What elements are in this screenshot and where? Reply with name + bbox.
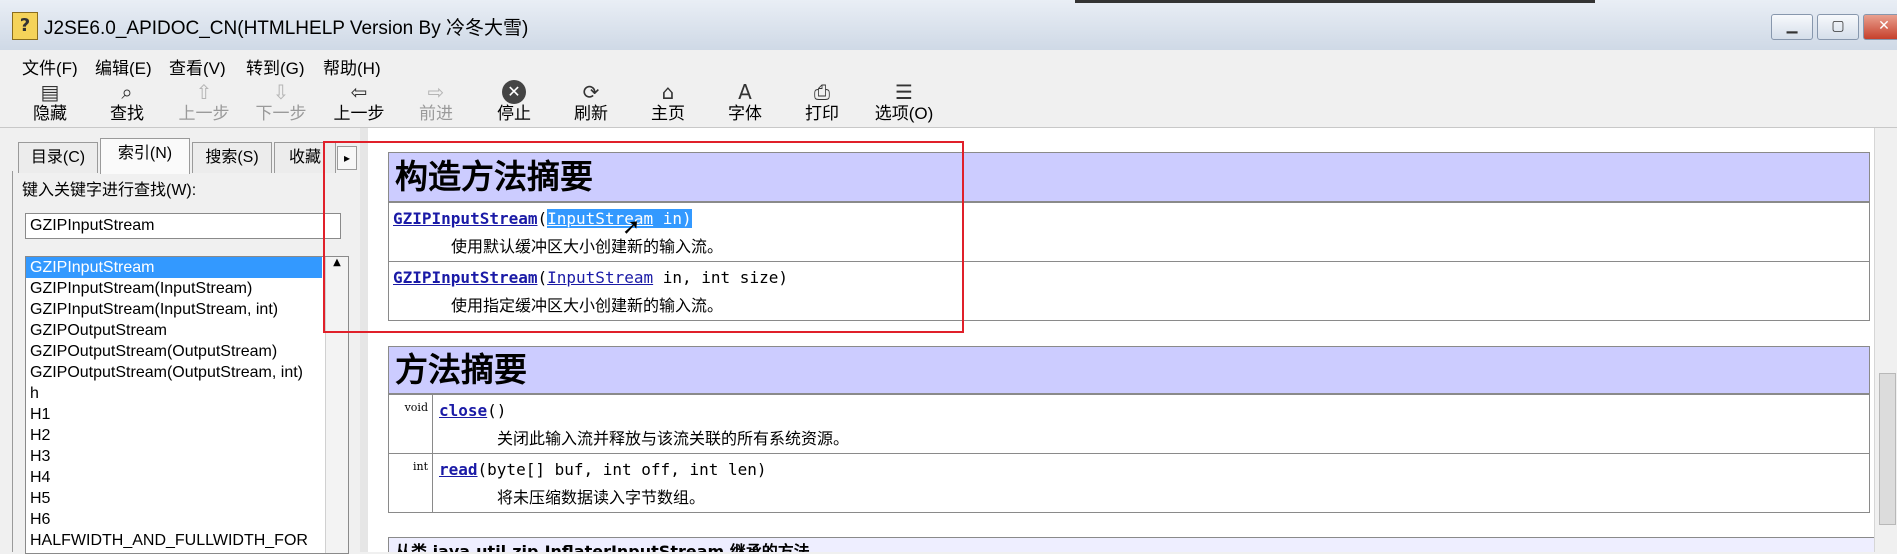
next-step-label: 下一步 (255, 104, 307, 123)
method-description: 关闭此输入流并释放与该流关联的所有系统资源。 (497, 429, 850, 448)
index-list-item[interactable]: GZIPInputStream (26, 257, 322, 278)
menu-file[interactable]: 文件(F) (22, 54, 78, 79)
toolbar: ▤ 隐藏 ⌕ 查找 ⇧ 上一步 ⇩ 下一步 ⇦ 上一步 ⇨ 前进 ✕ 停止 ⟳ … (0, 77, 1897, 128)
method-signature: close() (439, 401, 506, 420)
keyword-label: 键入关键字进行查找(W): (22, 182, 197, 199)
print-label: 打印 (805, 104, 839, 123)
index-list-item[interactable]: GZIPOutputStream(OutputStream) (26, 341, 348, 362)
method-summary: 方法摘要 void close() 关闭此输入流并释放与该流关联的所有系统资源。… (388, 346, 1870, 513)
index-list-item[interactable]: GZIPOutputStream (26, 320, 348, 341)
index-list[interactable]: ▲ GZIPInputStream GZIPInputStream(InputSt… (25, 256, 349, 554)
content-scrollbar[interactable] (1874, 128, 1897, 552)
font-label: 字体 (728, 104, 762, 123)
method-link[interactable]: close (439, 401, 487, 420)
index-list-item[interactable]: HALFWIDTH_AND_FULLWIDTH_FOR (26, 530, 348, 551)
hide-icon: ▤ (40, 80, 60, 104)
scrollbar-thumb[interactable] (1879, 373, 1896, 525)
keyword-input[interactable] (25, 213, 341, 239)
print-icon: ⎙ (814, 80, 830, 104)
tab-search[interactable]: 搜索(S) (192, 142, 272, 173)
menu-goto[interactable]: 转到(G) (246, 54, 305, 79)
find-label: 查找 (110, 104, 144, 123)
index-list-item[interactable]: h (26, 383, 348, 404)
back-button[interactable]: ⇦ 上一步 (324, 77, 394, 127)
tab-contents[interactable]: 目录(C) (18, 142, 98, 173)
forward-icon: ⇨ (427, 80, 445, 104)
back-icon: ⇦ (350, 80, 368, 104)
options-label: 选项(O) (874, 104, 934, 123)
method-description: 将未压缩数据读入字节数组。 (497, 488, 706, 507)
method-signature: read(byte[] buf, int off, int len) (439, 460, 767, 479)
stop-button[interactable]: ✕ 停止 (479, 77, 549, 127)
font-button[interactable]: A 字体 (710, 77, 780, 127)
index-list-item[interactable]: GZIPInputStream(InputStream) (26, 278, 348, 299)
window-title: J2SE6.0_APIDOC_CN(HTMLHELP Version By 冷冬… (44, 18, 529, 39)
method-link[interactable]: read (439, 460, 478, 479)
refresh-button[interactable]: ⟳ 刷新 (556, 77, 626, 127)
mouse-cursor-icon: ➚ (622, 215, 641, 240)
home-icon: ⌂ (661, 80, 675, 104)
forward-label: 前进 (419, 104, 453, 123)
prev-step-label: 上一步 (178, 104, 230, 123)
method-params: (byte[] buf, int off, int len) (477, 460, 767, 479)
method-summary-heading: 方法摘要 (389, 347, 1869, 394)
index-list-item[interactable]: H4 (26, 467, 348, 488)
return-type: int (389, 454, 433, 512)
index-list-item[interactable]: H2 (26, 425, 348, 446)
home-label: 主页 (651, 104, 685, 123)
stop-label: 停止 (497, 104, 531, 123)
refresh-label: 刷新 (574, 104, 608, 123)
hide-label: 隐藏 (33, 104, 67, 123)
hide-button[interactable]: ▤ 隐藏 (15, 77, 85, 127)
forward-button[interactable]: ⇨ 前进 (401, 77, 471, 127)
prev-step-button[interactable]: ⇧ 上一步 (169, 77, 239, 127)
stop-icon: ✕ (502, 80, 526, 104)
print-button[interactable]: ⎙ 打印 (787, 77, 857, 127)
method-row: int read(byte[] buf, int off, int len) 将… (389, 453, 1869, 512)
index-list-item[interactable]: H5 (26, 488, 348, 509)
title-bar-accent (1075, 0, 1595, 3)
index-list-item[interactable]: GZIPInputStream(InputStream, int) (26, 299, 348, 320)
index-list-item[interactable]: H6 (26, 509, 348, 530)
index-list-item[interactable]: H1 (26, 404, 348, 425)
next-step-icon: ⇩ (272, 80, 290, 104)
help-app-icon: ? (12, 12, 38, 40)
back-label: 上一步 (333, 104, 385, 123)
inherited-methods-heading: 从类 java.util.zip.InflaterInputStream 继承的… (388, 537, 1874, 552)
return-type: void (389, 395, 433, 453)
home-button[interactable]: ⌂ 主页 (633, 77, 703, 127)
navigation-pane: 目录(C) 索引(N) 搜索(S) 收藏 ▸ 键入关键字进行查找(W): ▲ G… (0, 128, 360, 554)
options-button[interactable]: ☰ 选项(O) (864, 77, 944, 127)
method-params: () (487, 401, 507, 420)
refresh-icon: ⟳ (582, 80, 600, 104)
close-button[interactable]: ✕ (1863, 14, 1897, 40)
method-row: void close() 关闭此输入流并释放与该流关联的所有系统资源。 (389, 394, 1869, 453)
index-list-item[interactable]: GZIPOutputStream(OutputStream, int) (26, 362, 348, 383)
prev-step-icon: ⇧ (195, 80, 213, 104)
index-list-item[interactable]: H3 (26, 446, 348, 467)
font-icon: A (738, 80, 752, 104)
tab-index[interactable]: 索引(N) (100, 138, 190, 174)
menu-help[interactable]: 帮助(H) (323, 54, 381, 79)
title-bar: ? J2SE6.0_APIDOC_CN(HTMLHELP Version By … (0, 0, 1897, 51)
menu-edit[interactable]: 编辑(E) (95, 54, 152, 79)
find-icon: ⌕ (121, 80, 133, 104)
menu-view[interactable]: 查看(V) (169, 54, 226, 79)
next-step-button[interactable]: ⇩ 下一步 (246, 77, 316, 127)
annotation-highlight-box (323, 141, 964, 333)
minimize-button[interactable]: ▁ (1771, 14, 1813, 40)
options-icon: ☰ (895, 80, 913, 104)
find-button[interactable]: ⌕ 查找 (92, 77, 162, 127)
menu-bar: 文件(F) 编辑(E) 查看(V) 转到(G) 帮助(H) (0, 50, 1897, 79)
maximize-button[interactable]: ▢ (1817, 14, 1859, 40)
